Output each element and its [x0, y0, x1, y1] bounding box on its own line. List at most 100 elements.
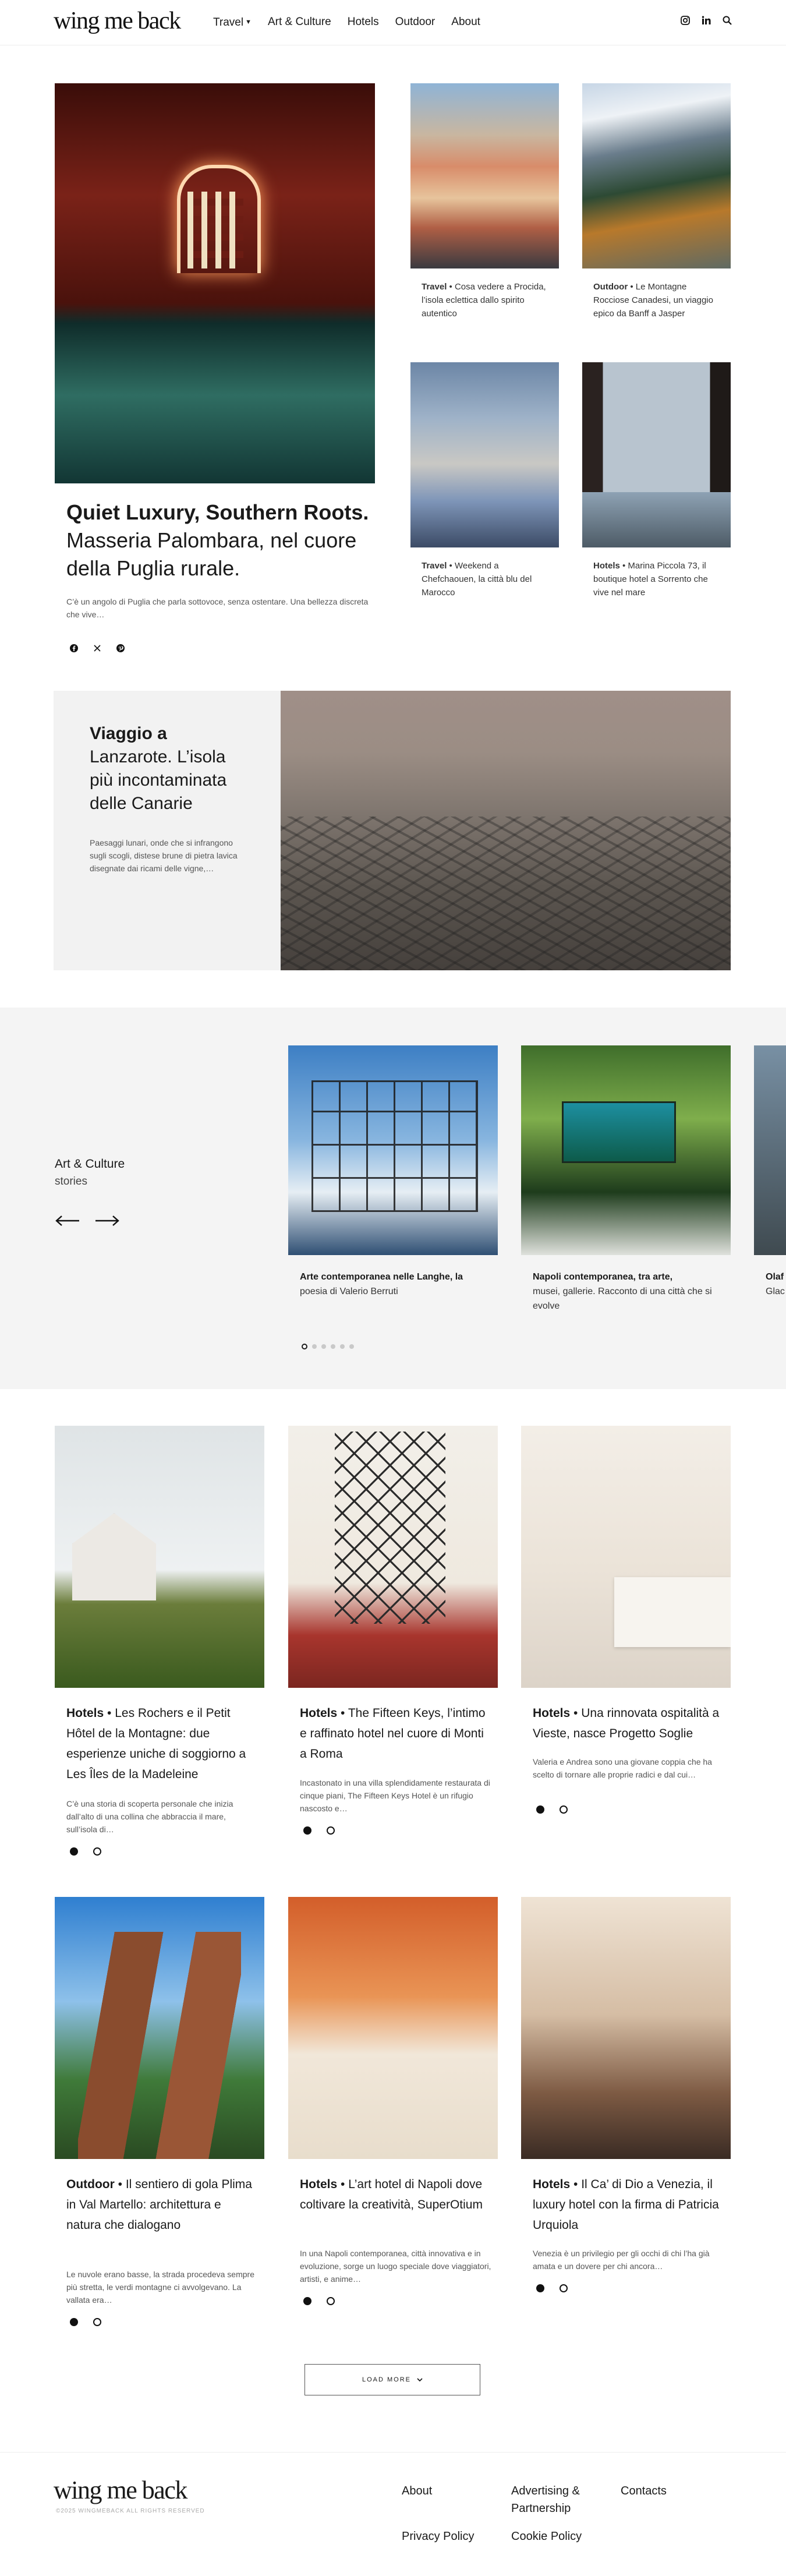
- card-image-chefchaouen[interactable]: [410, 362, 559, 547]
- grid-card-title[interactable]: Hotels • Les Rochers e il Petit Hôtel de…: [66, 1703, 259, 1785]
- pagination-dot[interactable]: [331, 1344, 335, 1349]
- category-label: Travel: [422, 282, 447, 292]
- footer-link-contacts[interactable]: Contacts: [621, 2482, 667, 2500]
- grid-card-title[interactable]: Hotels • Una rinnovata ospitalità a Vies…: [533, 1703, 725, 1744]
- facebook-icon[interactable]: [303, 2297, 311, 2305]
- side-card-caption[interactable]: Outdoor • Le Montagne Rocciose Canadesi,…: [593, 280, 723, 320]
- nav-item-travel[interactable]: Travel ▼: [213, 15, 252, 30]
- grid-card-image[interactable]: [288, 1897, 498, 2159]
- side-card-caption[interactable]: Travel • Weekend a Chefchaouen, la città…: [422, 559, 551, 599]
- carousel-card-image[interactable]: [521, 1045, 731, 1255]
- load-more-label: LOAD MORE: [362, 2376, 411, 2383]
- chevron-down-icon: [417, 2378, 423, 2382]
- load-more-button[interactable]: LOAD MORE: [305, 2364, 480, 2395]
- grid-card-image[interactable]: [521, 1426, 731, 1688]
- site-logo[interactable]: wing me back: [54, 8, 181, 34]
- footer-link-advertising[interactable]: Advertising & Partnership: [511, 2482, 604, 2517]
- facebook-icon[interactable]: [303, 1826, 311, 1835]
- feature-image[interactable]: [281, 691, 731, 970]
- chevron-down-icon: ▼: [245, 19, 252, 26]
- footer-link-about[interactable]: About: [402, 2482, 432, 2500]
- category-label: Hotels: [300, 1706, 338, 1720]
- carousel-card-subtitle: musei, gallerie. Racconto di una città c…: [533, 1287, 712, 1311]
- grid-card-image[interactable]: [288, 1426, 498, 1688]
- card-image-canada[interactable]: [582, 83, 731, 268]
- pagination-dot[interactable]: [349, 1344, 354, 1349]
- carousel-card-title: Olaf: [766, 1272, 784, 1282]
- grid-card-image[interactable]: [521, 1897, 731, 2159]
- pinterest-icon[interactable]: [560, 1805, 568, 1814]
- grid-card-title[interactable]: Hotels • The Fifteen Keys, l’intimo e ra…: [300, 1703, 492, 1764]
- card-share: [70, 1847, 101, 1856]
- grid-card-title[interactable]: Hotels • Il Ca’ di Dio a Venezia, il lux…: [533, 2174, 725, 2235]
- arrow-left-icon[interactable]: [55, 1215, 80, 1227]
- carousel-card-subtitle: poesia di Valerio Berruti: [300, 1287, 398, 1296]
- pagination-dot[interactable]: [312, 1344, 317, 1349]
- carousel-card-image[interactable]: [754, 1045, 786, 1255]
- card-share: [536, 2284, 568, 2292]
- hero-excerpt: C’è un angolo di Puglia che parla sottov…: [66, 597, 369, 619]
- footer-link-cookie[interactable]: Cookie Policy: [511, 2528, 582, 2545]
- side-card-caption[interactable]: Hotels • Marina Piccola 73, il boutique …: [593, 559, 723, 599]
- pinterest-icon[interactable]: [116, 644, 125, 652]
- hero-share: [70, 644, 125, 652]
- card-image-sorrento[interactable]: [582, 362, 731, 547]
- grid-card-title[interactable]: Outdoor • Il sentiero di gola Plima in V…: [66, 2174, 259, 2235]
- category-label: Hotels: [300, 2178, 338, 2191]
- feature-title[interactable]: Viaggio a Lanzarote. L’isola più inconta…: [90, 722, 253, 815]
- feature-title-bold: Viaggio a: [90, 724, 167, 743]
- arrow-right-icon[interactable]: [94, 1215, 120, 1227]
- category-label: Outdoor: [66, 2178, 115, 2191]
- nav-label: Travel: [213, 16, 244, 29]
- footer-logo[interactable]: wing me back: [54, 2476, 187, 2504]
- category-label: Hotels: [593, 561, 620, 571]
- nav-item-outdoor[interactable]: Outdoor: [395, 15, 436, 30]
- search-icon[interactable]: [722, 15, 732, 26]
- section-subheading: stories: [55, 1175, 87, 1188]
- hero-title[interactable]: Quiet Luxury, Southern Roots. Masseria P…: [66, 499, 369, 582]
- carousel-card-title: Napoli contemporanea, tra arte,: [533, 1272, 673, 1282]
- grid-card-image[interactable]: [55, 1426, 264, 1688]
- facebook-icon[interactable]: [536, 1805, 544, 1814]
- x-icon[interactable]: [93, 644, 101, 652]
- footer-link-privacy[interactable]: Privacy Policy: [402, 2528, 474, 2545]
- pinterest-icon[interactable]: [327, 2297, 335, 2305]
- linkedin-icon[interactable]: [701, 15, 711, 26]
- carousel-card-caption[interactable]: Napoli contemporanea, tra arte, musei, ga…: [533, 1270, 713, 1313]
- nav-item-hotels[interactable]: Hotels: [348, 15, 379, 30]
- pinterest-icon[interactable]: [560, 2284, 568, 2292]
- grid-card-title[interactable]: Hotels • L’art hotel di Napoli dove colt…: [300, 2174, 492, 2215]
- carousel-card-caption[interactable]: Arte contemporanea nelle Langhe, la poesi…: [300, 1270, 492, 1299]
- pinterest-icon[interactable]: [93, 2318, 101, 2326]
- carousel-card-title: Arte contemporanea nelle Langhe, la: [300, 1272, 463, 1282]
- pinterest-icon[interactable]: [327, 1826, 335, 1835]
- carousel-card-caption[interactable]: Olaf Glac: [766, 1270, 786, 1299]
- nav-item-art-culture[interactable]: Art & Culture: [268, 15, 331, 30]
- pagination-dot[interactable]: [321, 1344, 326, 1349]
- facebook-icon[interactable]: [70, 2318, 78, 2326]
- card-image-procida[interactable]: [410, 83, 559, 268]
- card-share: [303, 2297, 335, 2305]
- instagram-icon[interactable]: [680, 15, 691, 26]
- pinterest-icon[interactable]: [93, 1847, 101, 1856]
- nav-item-about[interactable]: About: [451, 15, 480, 30]
- category-label: Hotels: [533, 2178, 571, 2191]
- grid-card-image[interactable]: [55, 1897, 264, 2159]
- grid-card-excerpt: In una Napoli contemporanea, città innov…: [300, 2249, 491, 2284]
- facebook-icon[interactable]: [70, 644, 78, 652]
- header-icons: [680, 15, 732, 26]
- side-card-caption[interactable]: Travel • Cosa vedere a Procida, l’isola …: [422, 280, 551, 320]
- carousel-card-subtitle: Glac: [766, 1287, 785, 1296]
- grid-card-excerpt: Incastonato in una villa splendidamente …: [300, 1778, 490, 1813]
- grid-card-excerpt: Valeria e Andrea sono una giovane coppia…: [533, 1757, 712, 1779]
- hero-image[interactable]: [55, 83, 375, 483]
- hero-title-bold: Quiet Luxury, Southern Roots.: [66, 500, 369, 524]
- facebook-icon[interactable]: [536, 2284, 544, 2292]
- facebook-icon[interactable]: [70, 1847, 78, 1856]
- category-label: Hotels: [66, 1706, 104, 1720]
- card-share: [70, 2318, 101, 2326]
- feature-title-rest: Lanzarote. L’isola più incontaminata del…: [90, 747, 227, 813]
- carousel-card-image[interactable]: [288, 1045, 498, 1255]
- pagination-dot[interactable]: [340, 1344, 345, 1349]
- pagination-dot[interactable]: [302, 1344, 307, 1349]
